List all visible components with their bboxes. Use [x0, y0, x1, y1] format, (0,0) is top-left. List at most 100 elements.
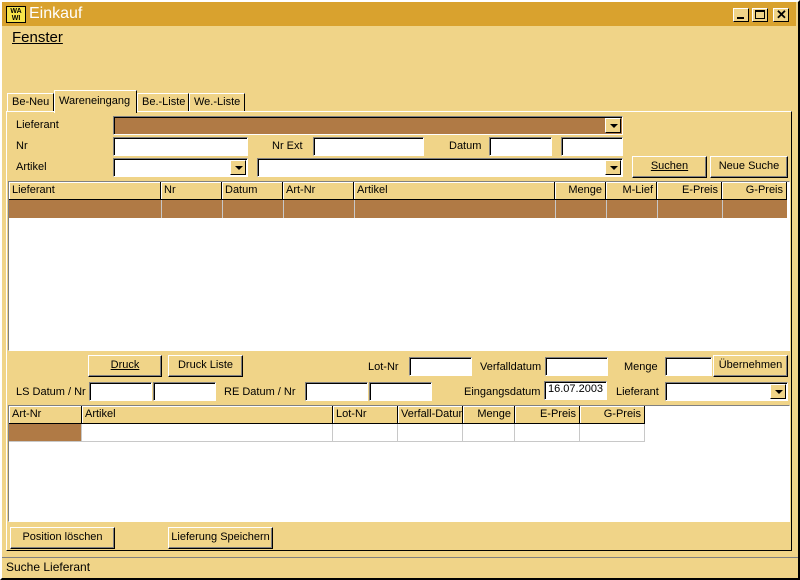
table-cell[interactable] [515, 424, 580, 442]
column-header[interactable]: E-Preis [515, 406, 580, 424]
ls-nr-input[interactable] [153, 382, 216, 401]
menu-item-fenster[interactable]: Fenster [12, 29, 63, 46]
eingangsdatum-input[interactable]: 16.07.2003 [544, 381, 607, 400]
divider [606, 200, 607, 218]
column-header[interactable]: Verfall-Datum [398, 406, 463, 424]
tab-label: We.-Liste [194, 96, 241, 108]
chevron-down-icon[interactable] [230, 160, 246, 175]
maximize-button[interactable] [752, 8, 768, 22]
lieferung-speichern-button[interactable]: Lieferung Speichern [168, 527, 273, 549]
minimize-icon [737, 17, 744, 19]
tab-label: Wareneingang [59, 95, 131, 107]
position-loeschen-button[interactable]: Position löschen [10, 527, 115, 549]
button-label: Lieferung Speichern [171, 531, 270, 543]
nr-ext-input[interactable] [313, 137, 424, 156]
button-label: Position löschen [22, 531, 103, 543]
eingangsdatum-label: Eingangsdatum [464, 386, 541, 398]
druck-liste-button[interactable]: Druck Liste [168, 355, 243, 377]
re-nr-input[interactable] [369, 382, 432, 401]
re-datum-input[interactable] [305, 382, 368, 401]
eingangsdatum-value: 16.07.2003 [548, 383, 604, 395]
table-cell[interactable] [398, 424, 463, 442]
divider [283, 200, 284, 218]
button-label: Übernehmen [718, 359, 783, 371]
app-logo-icon: WA WI [6, 6, 26, 23]
datum-from-input[interactable] [489, 137, 552, 156]
column-header[interactable]: Datum [222, 182, 283, 200]
neue-suche-button[interactable]: Neue Suche [710, 156, 788, 178]
lot-nr-input[interactable] [409, 357, 472, 376]
chevron-down-icon[interactable] [605, 118, 621, 133]
artikel-nr-select[interactable] [113, 158, 248, 177]
druck-button[interactable]: Druck [88, 355, 162, 377]
tab-we-liste[interactable]: We.-Liste [189, 93, 245, 112]
artikel-label: Artikel [16, 161, 47, 173]
artikel-select[interactable] [257, 158, 623, 177]
table-cell-selected[interactable] [9, 424, 82, 442]
column-header[interactable]: Art-Nr [283, 182, 354, 200]
divider [657, 200, 658, 218]
orders-table[interactable]: Lieferant Nr Datum Art-Nr Artikel Menge … [8, 181, 790, 351]
divider [161, 200, 162, 218]
lieferant-entry-label: Lieferant [616, 386, 659, 398]
chevron-down-icon[interactable] [770, 384, 786, 399]
lieferant-select[interactable] [113, 116, 623, 135]
column-header[interactable]: Menge [555, 182, 606, 200]
table-cell[interactable] [333, 424, 398, 442]
column-header[interactable]: G-Preis [722, 182, 787, 200]
menge-label: Menge [624, 361, 658, 373]
column-header[interactable]: Menge [463, 406, 515, 424]
divider [354, 200, 355, 218]
column-header[interactable]: G-Preis [580, 406, 645, 424]
column-header[interactable]: Artikel [82, 406, 333, 424]
table-row-selected[interactable] [9, 200, 787, 218]
column-header[interactable]: Artikel [354, 182, 555, 200]
table-cell[interactable] [82, 424, 333, 442]
close-icon: ✕ [776, 7, 787, 22]
chevron-down-icon[interactable] [605, 160, 621, 175]
table-cell[interactable] [463, 424, 515, 442]
button-label: Druck Liste [177, 359, 234, 371]
tab-be-neu[interactable]: Be-Neu [7, 93, 54, 112]
button-label: Druck [110, 359, 140, 371]
minimize-button[interactable] [733, 8, 749, 22]
datum-label: Datum [449, 140, 482, 152]
ls-datum-input[interactable] [89, 382, 152, 401]
maximize-icon [755, 10, 765, 19]
column-header[interactable]: E-Preis [657, 182, 722, 200]
suchen-button[interactable]: Suchen [632, 156, 707, 178]
button-label: Suchen [650, 160, 689, 172]
close-button[interactable]: ✕ [773, 7, 789, 22]
button-label: Neue Suche [718, 160, 780, 172]
verfalldatum-input[interactable] [545, 357, 608, 376]
positions-table[interactable]: Art-Nr Artikel Lot-Nr Verfall-Datum Meng… [8, 405, 790, 522]
lieferant-label: Lieferant [16, 119, 59, 131]
divider [722, 200, 723, 218]
menge-input[interactable] [665, 357, 712, 376]
tab-wareneingang[interactable]: Wareneingang [54, 90, 137, 113]
tab-be-liste[interactable]: Be.-Liste [137, 93, 189, 112]
column-header[interactable]: Lieferant [9, 182, 161, 200]
nr-input[interactable] [113, 137, 248, 156]
ls-datum-nr-label: LS Datum / Nr [16, 386, 86, 398]
lieferant-entry-select[interactable] [665, 382, 788, 401]
divider [222, 200, 223, 218]
column-header[interactable]: Lot-Nr [333, 406, 398, 424]
verfalldatum-label: Verfalldatum [480, 361, 542, 373]
tab-label: Be.-Liste [142, 96, 186, 108]
nr-ext-label: Nr Ext [272, 140, 303, 152]
column-header[interactable]: Art-Nr [9, 406, 82, 424]
menu-item-label: Fenster [12, 29, 63, 46]
title-bar[interactable]: WA WI Einkauf ✕ [2, 2, 796, 26]
column-header[interactable]: Nr [161, 182, 222, 200]
lot-nr-label: Lot-Nr [368, 361, 399, 373]
datum-to-input[interactable] [561, 137, 623, 156]
window-title: Einkauf [29, 5, 83, 22]
table-cell[interactable] [580, 424, 645, 442]
uebernehmen-button[interactable]: Übernehmen [713, 355, 788, 377]
divider [555, 200, 556, 218]
re-datum-nr-label: RE Datum / Nr [224, 386, 296, 398]
column-header[interactable]: M-Lief [606, 182, 657, 200]
nr-label: Nr [16, 140, 28, 152]
status-bar: Suche Lieferant [2, 557, 798, 577]
